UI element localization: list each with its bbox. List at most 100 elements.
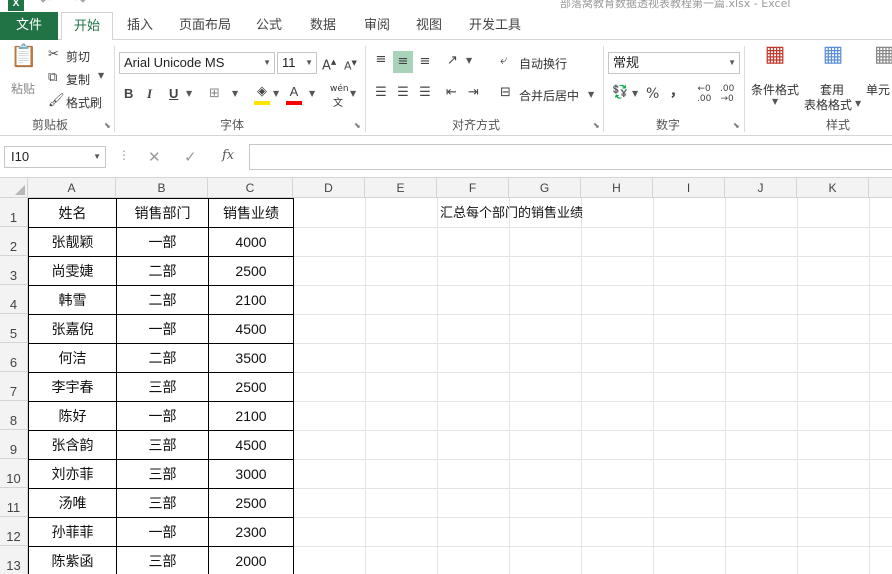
column-header-f[interactable]: F <box>437 178 509 198</box>
tab-page-layout[interactable]: 页面布局 <box>170 12 240 40</box>
orientation-icon[interactable]: ↗ <box>447 52 458 70</box>
table-cell[interactable]: 刘亦菲 <box>28 459 117 489</box>
formula-input[interactable] <box>249 144 892 170</box>
table-cell[interactable]: 韩雪 <box>28 285 117 315</box>
row-header[interactable]: 7 <box>0 372 28 401</box>
format-painter-icon[interactable]: 🖌 <box>48 92 65 110</box>
border-dropdown-icon[interactable]: ▼ <box>232 89 238 98</box>
table-cell[interactable]: 三部 <box>116 488 209 518</box>
table-cell[interactable]: 2100 <box>208 285 294 315</box>
column-header-a[interactable]: A <box>28 178 116 198</box>
column-header-d[interactable]: D <box>293 178 365 198</box>
conditional-formatting-button[interactable]: 条件格式 <box>751 81 799 98</box>
currency-dropdown-icon[interactable]: ▼ <box>632 89 638 98</box>
column-header-i[interactable]: I <box>653 178 725 198</box>
row-header[interactable]: 3 <box>0 256 28 285</box>
table-cell[interactable]: 2300 <box>208 517 294 547</box>
row-header[interactable]: 13 <box>0 546 28 574</box>
column-header-b[interactable]: B <box>116 178 208 198</box>
decrease-decimal-icon[interactable]: .00 →0 <box>720 84 734 104</box>
table-cell[interactable]: 一部 <box>116 314 209 344</box>
summary-note[interactable]: 汇总每个部门的销售业绩 <box>440 202 583 221</box>
alignment-launcher-icon[interactable]: ⬊ <box>593 121 600 130</box>
wrap-text-button[interactable]: 自动换行 <box>519 55 567 72</box>
paste-icon[interactable]: 📋 <box>10 46 37 76</box>
font-color-icon[interactable]: A <box>286 83 302 105</box>
phonetic-guide-bottom[interactable]: 文 <box>333 94 343 109</box>
phonetic-guide-top[interactable]: wén <box>330 84 349 94</box>
decrease-font-icon[interactable]: A▼ <box>344 54 357 76</box>
header-cell[interactable]: 销售业绩 <box>208 198 294 228</box>
table-cell[interactable]: 三部 <box>116 459 209 489</box>
increase-indent-icon[interactable]: ⇥ <box>468 84 479 102</box>
copy-icon[interactable]: ⧉ <box>48 69 57 87</box>
copy-button[interactable]: 复制 <box>66 71 90 88</box>
table-cell[interactable]: 2500 <box>208 372 294 402</box>
table-cell[interactable]: 4000 <box>208 227 294 257</box>
row-header[interactable]: 11 <box>0 488 28 517</box>
table-cell[interactable]: 二部 <box>116 285 209 315</box>
conditional-formatting-dropdown-icon[interactable]: ▼ <box>772 97 778 106</box>
table-cell[interactable]: 3000 <box>208 459 294 489</box>
quick-access-toolbar[interactable]: ↶ ↷ <box>40 0 96 9</box>
font-name-select[interactable]: Arial Unicode MS ▼ <box>119 52 275 74</box>
column-header-c[interactable]: C <box>208 178 293 198</box>
format-as-table-line2[interactable]: 表格格式 <box>804 96 852 113</box>
cut-button[interactable]: 剪切 <box>66 48 90 65</box>
row-header[interactable]: 6 <box>0 343 28 372</box>
worksheet-grid[interactable]: A B C D E F G H I J K 1 2 3 4 5 6 7 8 9 … <box>0 178 892 574</box>
header-cell[interactable]: 姓名 <box>28 198 117 228</box>
column-header-h[interactable]: H <box>581 178 653 198</box>
conditional-formatting-icon[interactable]: ▦ <box>760 44 790 76</box>
table-cell[interactable]: 2500 <box>208 488 294 518</box>
column-header-g[interactable]: G <box>509 178 581 198</box>
table-cell[interactable]: 二部 <box>116 343 209 373</box>
merge-dropdown-icon[interactable]: ▼ <box>588 90 594 99</box>
format-as-table-dropdown-icon[interactable]: ▼ <box>855 99 861 108</box>
table-cell[interactable]: 一部 <box>116 517 209 547</box>
format-painter-button[interactable]: 格式刷 <box>66 94 102 111</box>
paste-button[interactable]: 粘贴 <box>11 80 35 97</box>
table-cell[interactable]: 汤唯 <box>28 488 117 518</box>
font-color-dropdown-icon[interactable]: ▼ <box>309 89 315 98</box>
table-cell[interactable]: 一部 <box>116 227 209 257</box>
phonetic-dropdown-icon[interactable]: ▼ <box>350 89 356 98</box>
border-icon[interactable]: ⊞ <box>209 85 220 103</box>
currency-icon[interactable]: 💱 <box>612 84 628 102</box>
tab-home[interactable]: 开始 <box>61 12 113 41</box>
percent-button[interactable]: % <box>646 85 659 103</box>
fill-color-dropdown-icon[interactable]: ▼ <box>273 89 279 98</box>
font-size-select[interactable]: 11 ▼ <box>277 52 317 74</box>
number-format-select[interactable]: 常规 ▼ <box>608 52 740 74</box>
cancel-icon[interactable]: ✕ <box>148 148 161 166</box>
align-middle-icon[interactable]: ≡ <box>393 51 413 73</box>
table-cell[interactable]: 2000 <box>208 546 294 574</box>
row-header[interactable]: 5 <box>0 314 28 343</box>
table-cell[interactable]: 李宇春 <box>28 372 117 402</box>
table-cell[interactable]: 陈紫函 <box>28 546 117 574</box>
column-header-l[interactable] <box>869 178 892 198</box>
name-box[interactable]: I10 ▼ <box>4 146 106 168</box>
table-cell[interactable]: 张靓颖 <box>28 227 117 257</box>
copy-dropdown-icon[interactable]: ▼ <box>98 71 104 80</box>
merge-center-button[interactable]: 合并后居中 <box>519 87 579 104</box>
column-header-k[interactable]: K <box>797 178 869 198</box>
column-header-e[interactable]: E <box>365 178 437 198</box>
number-launcher-icon[interactable]: ⬊ <box>733 121 740 130</box>
select-all-button[interactable] <box>0 178 28 198</box>
align-right-icon[interactable]: ☰ <box>416 84 434 102</box>
bold-button[interactable]: B <box>124 85 133 103</box>
wrap-text-icon[interactable]: ⤶ <box>500 52 507 70</box>
table-cell[interactable]: 4500 <box>208 430 294 460</box>
italic-button[interactable]: I <box>147 85 152 103</box>
tab-insert[interactable]: 插入 <box>117 12 163 40</box>
decrease-indent-icon[interactable]: ⇤ <box>446 84 457 102</box>
tab-formulas[interactable]: 公式 <box>246 12 292 40</box>
row-header[interactable]: 12 <box>0 517 28 546</box>
orientation-dropdown-icon[interactable]: ▼ <box>466 56 472 65</box>
merge-center-icon[interactable]: ⊟ <box>500 84 511 102</box>
clipboard-launcher-icon[interactable]: ⬊ <box>104 121 111 130</box>
table-cell[interactable]: 一部 <box>116 401 209 431</box>
table-cell[interactable]: 3500 <box>208 343 294 373</box>
fill-color-icon[interactable]: ◈ <box>254 83 270 105</box>
